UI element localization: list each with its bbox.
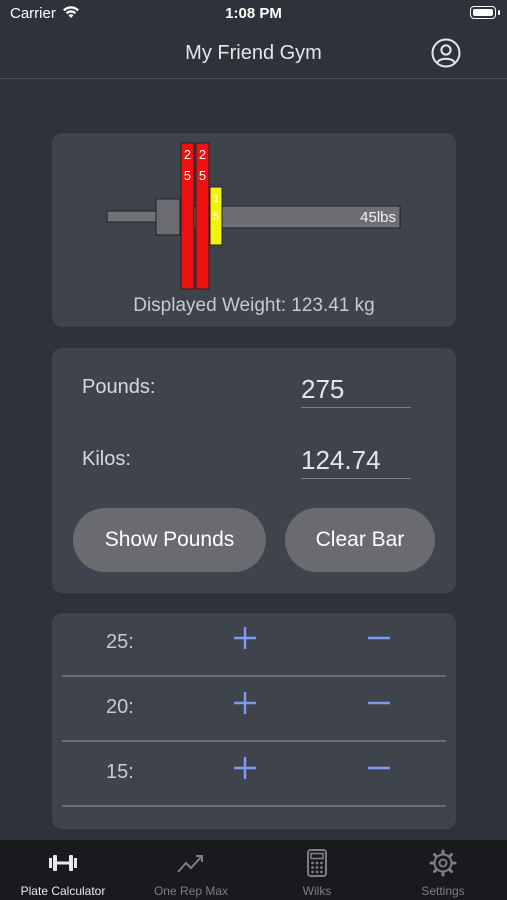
calculator-icon: [302, 848, 332, 878]
plus-icon[interactable]: [230, 623, 260, 653]
show-pounds-button[interactable]: Show Pounds: [73, 508, 266, 572]
barbell-card: 45lbs 2 5 2 5 1 5 Displayed Weight: 123.…: [52, 133, 456, 327]
tab-label: One Rep Max: [153, 884, 229, 898]
trend-chart-icon: [176, 848, 206, 878]
tab-label: Settings: [421, 884, 465, 898]
person-circle-icon[interactable]: [431, 38, 461, 68]
status-bar: Carrier 1:08 PM: [0, 0, 507, 28]
barbell-collar: [155, 198, 181, 236]
pounds-label: Pounds:: [82, 376, 156, 398]
tab-plate-calculator[interactable]: Plate Calculator: [0, 840, 126, 900]
plus-icon[interactable]: [230, 753, 260, 783]
plate-label: 2: [184, 147, 191, 162]
barbell-sleeve-end: [106, 210, 158, 223]
tab-label: Wilks: [302, 884, 332, 898]
tab-bar: Plate Calculator One Rep Max Wilks Setti…: [0, 840, 507, 900]
gear-icon: [428, 848, 458, 878]
tab-wilks[interactable]: Wilks: [254, 840, 380, 900]
plate-label: 1: [213, 193, 219, 205]
clock: 1:08 PM: [225, 5, 282, 22]
pounds-field[interactable]: 275: [301, 374, 411, 408]
plate-row-20: 20:: [62, 678, 446, 742]
plate-label: 5: [213, 211, 219, 223]
barbell-visual: 45lbs 2 5 2 5 1 5: [106, 142, 401, 290]
plate-row-15: 15:: [62, 743, 446, 807]
displayed-weight: Displayed Weight: 123.41 kg: [133, 295, 375, 316]
plate-row-25: 25:: [62, 613, 446, 677]
plus-icon[interactable]: [230, 688, 260, 718]
bar-weight-label: 45lbs: [360, 209, 396, 226]
clear-bar-button[interactable]: Clear Bar: [285, 508, 435, 572]
plate-label: 5: [199, 168, 206, 183]
plate-row-label: 20:: [106, 696, 134, 718]
plate-row-label: 15:: [106, 761, 134, 783]
tab-one-rep-max[interactable]: One Rep Max: [128, 840, 254, 900]
plate-label: 2: [199, 147, 206, 162]
minus-icon[interactable]: [364, 623, 394, 653]
plate-25-1: [180, 142, 195, 290]
battery-icon: [470, 6, 500, 19]
minus-icon[interactable]: [364, 688, 394, 718]
navigation-bar: My Friend Gym: [0, 28, 507, 79]
kilos-label: Kilos:: [82, 448, 131, 470]
plate-row-label: 25:: [106, 631, 134, 653]
minus-icon[interactable]: [364, 753, 394, 783]
plate-adjust-card: 25: 20: 15:: [52, 613, 456, 829]
plate-label: 5: [184, 168, 191, 183]
tab-settings[interactable]: Settings: [380, 840, 506, 900]
converter-card: Pounds: 275 Kilos: 124.74 Show Pounds Cl…: [52, 348, 456, 593]
plate-25-2: [195, 142, 210, 290]
kilos-field[interactable]: 124.74: [301, 445, 411, 479]
tab-label: Plate Calculator: [20, 884, 106, 898]
dumbbell-icon: [48, 848, 78, 878]
